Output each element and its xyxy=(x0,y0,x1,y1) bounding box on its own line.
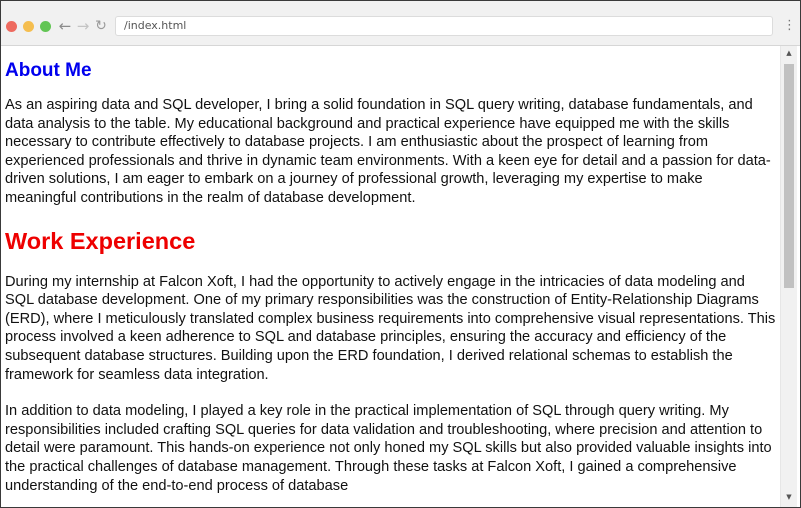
close-window-button[interactable] xyxy=(6,21,17,32)
reload-icon[interactable]: ↻ xyxy=(93,17,109,35)
about-me-paragraph: As an aspiring data and SQL developer, I… xyxy=(5,97,771,206)
browser-menu-icon[interactable]: ⋮ xyxy=(783,17,796,35)
work-experience-heading: Work Experience xyxy=(5,227,196,254)
maximize-window-button[interactable] xyxy=(40,21,51,32)
address-url: /index.html xyxy=(124,19,187,32)
forward-arrow-icon[interactable]: → xyxy=(75,17,91,35)
about-me-heading: About Me xyxy=(5,60,92,81)
page-viewport: About Me As an aspiring data and SQL dev… xyxy=(1,46,780,507)
work-experience-paragraph: In addition to data modeling, I played a… xyxy=(5,403,772,494)
scroll-down-arrow-icon[interactable]: ▼ xyxy=(785,493,793,501)
scroll-up-arrow-icon[interactable]: ▲ xyxy=(785,49,793,57)
browser-window: ← → ↻ /index.html ⋮ About Me As an aspir… xyxy=(0,0,801,508)
page-content: About Me As an aspiring data and SQL dev… xyxy=(1,59,780,495)
minimize-window-button[interactable] xyxy=(23,21,34,32)
back-arrow-icon[interactable]: ← xyxy=(57,17,73,35)
vertical-scrollbar[interactable]: ▲ ▼ xyxy=(780,46,797,507)
browser-toolbar: ← → ↻ /index.html ⋮ xyxy=(1,1,800,46)
work-experience-paragraph: During my internship at Falcon Xoft, I h… xyxy=(5,273,776,383)
address-bar[interactable]: /index.html xyxy=(115,16,773,36)
scrollbar-thumb[interactable] xyxy=(784,64,794,288)
